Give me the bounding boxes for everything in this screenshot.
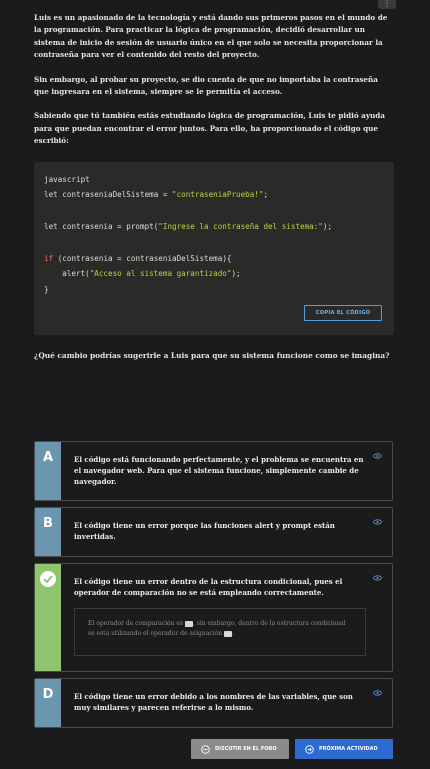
- copy-code-button[interactable]: COPIA EL CÓDIGO: [304, 304, 382, 321]
- discuss-forum-button[interactable]: DISCUTIR EN EL FORO: [191, 739, 289, 759]
- option-letter: D: [35, 679, 61, 727]
- option-text: El código tiene un error porque las func…: [74, 521, 335, 541]
- arrow-right-icon: [305, 744, 314, 754]
- next-activity-button[interactable]: PRÓXIMA ACTIVIDAD: [295, 739, 393, 759]
- option-b[interactable]: B El código tiene un error porque las fu…: [34, 507, 393, 557]
- code-line-2: let contrasenia = prompt("Ingrese la con…: [44, 222, 333, 232]
- intro-paragraph-1: Luis es un apasionado de la tecnología y…: [34, 13, 388, 60]
- answer-options: A El código está funcionando perfectamen…: [34, 441, 393, 734]
- code-line-4: alert("Acceso al sistema garantizado");: [44, 269, 241, 279]
- option-c-correct[interactable]: El código tiene un error dentro de la es…: [34, 563, 393, 672]
- option-d[interactable]: D El código tiene un error debido a los …: [34, 678, 393, 728]
- check-icon: [40, 571, 56, 587]
- code-line-1: let contraseniaDelSistema = "contrasenia…: [44, 190, 269, 200]
- footer-actions: DISCUTIR EN EL FORO PRÓXIMA ACTIVIDAD: [191, 739, 393, 759]
- forum-icon: [201, 744, 210, 754]
- question-text: ¿Qué cambio podrías sugerirle a Luis par…: [34, 350, 390, 360]
- option-a[interactable]: A El código está funcionando perfectamen…: [34, 441, 393, 501]
- more-menu-button[interactable]: ⋮: [378, 0, 396, 9]
- activity-content: Luis es un apasionado de la tecnología y…: [34, 12, 394, 362]
- code-line-3: if (contrasenia = contraseniaDelSistema)…: [44, 253, 232, 263]
- next-activity-label: PRÓXIMA ACTIVIDAD: [319, 746, 378, 752]
- option-letter: A: [35, 442, 61, 500]
- intro-paragraph-3: Sabiendo que tú también estás estudiando…: [34, 111, 385, 146]
- correct-marker: [35, 564, 61, 671]
- code-block: javascript let contraseniaDelSistema = "…: [34, 161, 394, 335]
- code-snippet-icon: [184, 620, 193, 627]
- eye-icon[interactable]: [373, 519, 382, 525]
- option-text: El código tiene un error dentro de la es…: [74, 577, 343, 597]
- eye-icon[interactable]: [373, 453, 382, 459]
- feedback-text: El operador de comparación es , sin emba…: [88, 620, 346, 638]
- code-language: javascript: [44, 174, 90, 184]
- eye-icon[interactable]: [373, 690, 382, 696]
- intro-paragraph-2: Sin embargo, al probar su proyecto, se d…: [34, 74, 378, 97]
- option-text: El código está funcionando perfectamente…: [74, 455, 364, 486]
- discuss-forum-label: DISCUTIR EN EL FORO: [215, 746, 277, 752]
- option-text: El código tiene un error debido a los no…: [74, 692, 353, 712]
- option-letter: B: [35, 508, 61, 556]
- code-line-5: }: [44, 285, 49, 295]
- answer-feedback: El operador de comparación es , sin emba…: [74, 608, 366, 656]
- eye-icon[interactable]: [373, 575, 382, 581]
- code-snippet-icon: [223, 630, 232, 637]
